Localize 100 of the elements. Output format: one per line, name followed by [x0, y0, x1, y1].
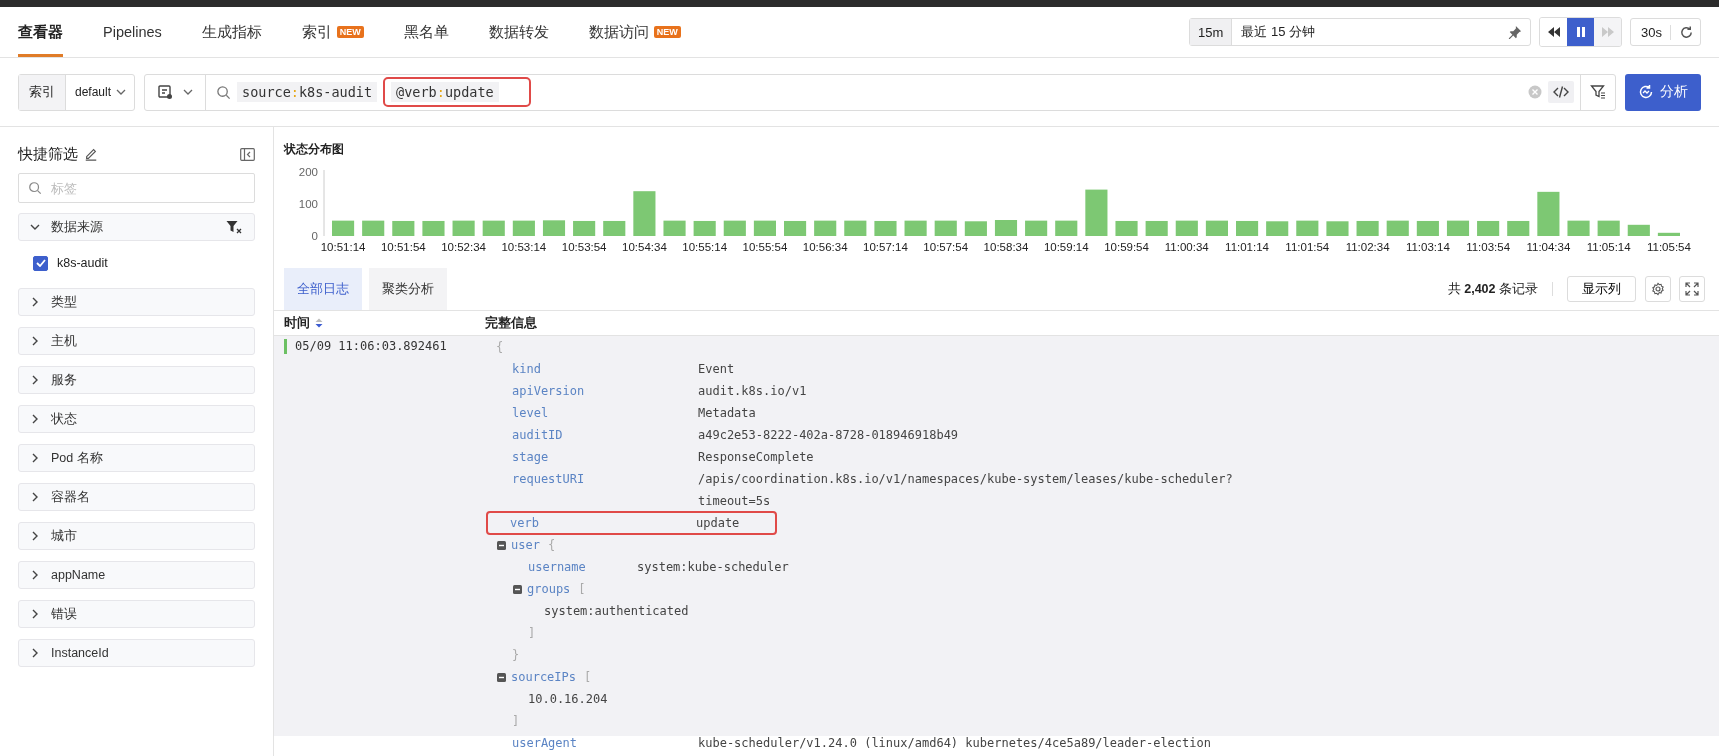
sort-icon[interactable] — [315, 318, 323, 328]
bar[interactable] — [1055, 220, 1078, 236]
facet-header[interactable]: InstanceId — [18, 639, 255, 667]
bar[interactable] — [1567, 220, 1590, 236]
json-key[interactable]: requestURI — [512, 472, 585, 486]
json-value[interactable]: system:authenticated — [544, 604, 689, 618]
json-key[interactable]: groups — [527, 582, 571, 596]
bar[interactable] — [603, 220, 626, 236]
clear-filter-icon[interactable] — [226, 220, 242, 234]
facet-header[interactable]: 服务 — [18, 366, 255, 394]
log-tab[interactable]: 全部日志 — [284, 268, 362, 310]
bar[interactable] — [1296, 220, 1319, 236]
json-value[interactable]: audit.k8s.io/v1 — [698, 384, 807, 398]
json-value[interactable]: 10.0.16.204 — [528, 692, 608, 706]
bar[interactable] — [1175, 220, 1198, 236]
document-icon[interactable] — [157, 84, 174, 100]
json-value[interactable]: update — [696, 516, 740, 530]
bar[interactable] — [1627, 224, 1650, 236]
bar[interactable] — [1416, 220, 1439, 236]
bar[interactable] — [1115, 220, 1138, 236]
bar[interactable] — [573, 220, 596, 236]
bar[interactable] — [874, 220, 897, 236]
bar[interactable] — [904, 220, 927, 236]
bar[interactable] — [1597, 220, 1620, 236]
time-range-picker[interactable]: 15m 最近 15 分钟 — [1189, 18, 1532, 46]
tag-search-field[interactable]: 标签 — [18, 173, 255, 203]
bar[interactable] — [452, 220, 475, 236]
facet-header[interactable]: appName — [18, 561, 255, 589]
log-tab[interactable]: 聚类分析 — [369, 268, 447, 310]
facet-header[interactable]: 状态 — [18, 405, 255, 433]
json-key[interactable]: stage — [512, 450, 549, 464]
bar[interactable] — [1537, 191, 1560, 236]
bar[interactable] — [1145, 220, 1168, 236]
json-key[interactable]: verb — [510, 516, 539, 530]
analyze-button[interactable]: 分析 — [1625, 73, 1701, 111]
bar[interactable] — [994, 220, 1018, 236]
pencil-icon[interactable] — [84, 147, 98, 161]
collapse-toggle[interactable] — [497, 672, 506, 682]
json-value[interactable]: /apis/coordination.k8s.io/v1/namespaces/kube-system/leases/kube-scheduler? — [698, 472, 1233, 486]
bar[interactable] — [663, 220, 686, 236]
column-header[interactable]: 时间 — [284, 314, 310, 332]
json-value[interactable]: ResponseComplete — [698, 450, 814, 464]
json-value[interactable]: timeout=5s — [698, 494, 771, 508]
bar[interactable] — [1477, 220, 1500, 236]
nav-tab[interactable]: 查看器 — [18, 7, 63, 57]
caret-icon[interactable] — [183, 89, 194, 95]
collapse-toggle[interactable] — [513, 584, 522, 594]
nav-tab[interactable]: 黑名单 — [403, 7, 449, 57]
nav-tab[interactable]: Pipelines — [103, 7, 162, 57]
nav-tab[interactable]: 数据访问 NEW — [588, 7, 681, 57]
json-value[interactable]: kube-scheduler/v1.24.0 (linux/amd64) kubernetes/4ce5a89/leader-election — [698, 736, 1211, 750]
json-value[interactable]: a49c2e53-8222-402a-8728-018946918b49 — [698, 428, 959, 442]
bar[interactable] — [844, 220, 867, 236]
nav-tab[interactable]: 生成指标 — [201, 7, 262, 57]
bar[interactable] — [1205, 220, 1228, 236]
bar[interactable] — [1236, 220, 1259, 236]
bar[interactable] — [422, 220, 445, 236]
bar[interactable] — [1446, 220, 1470, 236]
bar[interactable] — [392, 220, 415, 236]
index-selector[interactable]: 索引 default — [18, 73, 136, 111]
json-value[interactable]: Metadata — [698, 406, 756, 420]
json-value[interactable]: system:kube-scheduler — [637, 560, 789, 574]
facet-header[interactable]: 类型 — [18, 288, 255, 316]
facet-header[interactable]: 城市 — [18, 522, 255, 550]
bar[interactable] — [332, 220, 355, 236]
nav-tab[interactable]: 索引 NEW — [301, 7, 364, 57]
fullscreen-button[interactable] — [1679, 276, 1705, 302]
bar[interactable] — [1266, 221, 1289, 236]
facet-header[interactable]: Pod 名称 — [18, 444, 255, 472]
facet-header[interactable]: 容器名 — [18, 483, 255, 511]
nav-tab[interactable]: 数据转发 — [488, 7, 549, 57]
refresh-icon[interactable] — [1679, 24, 1694, 40]
json-key[interactable]: sourceIPs — [511, 670, 577, 684]
bar[interactable] — [1507, 220, 1530, 236]
bar[interactable] — [934, 220, 957, 236]
facet-header[interactable]: 主机 — [18, 327, 255, 355]
json-value[interactable]: Event — [698, 362, 735, 376]
query-token[interactable]: source:k8s-audit — [237, 82, 378, 102]
bar[interactable] — [1356, 220, 1379, 236]
code-button[interactable] — [1548, 81, 1574, 103]
bar[interactable] — [362, 220, 385, 236]
facet-header[interactable]: 错误 — [18, 600, 255, 628]
query-field[interactable]: source:k8s-audit @verb:update — [144, 73, 1616, 111]
bar[interactable] — [964, 221, 987, 236]
pause-button[interactable] — [1567, 18, 1595, 46]
bar[interactable] — [1326, 221, 1349, 236]
bar[interactable] — [723, 220, 746, 236]
query-token[interactable]: @verb:update — [391, 82, 499, 102]
bar[interactable] — [542, 220, 566, 236]
settings-button[interactable] — [1645, 276, 1671, 302]
json-key[interactable]: apiVersion — [512, 384, 585, 398]
json-key[interactable]: username — [528, 560, 586, 574]
bar[interactable] — [814, 220, 837, 236]
bar[interactable] — [784, 220, 807, 236]
checkbox[interactable] — [33, 255, 48, 271]
bar[interactable] — [633, 191, 656, 236]
pin-icon[interactable] — [1508, 25, 1523, 39]
bar[interactable] — [1085, 189, 1108, 236]
bar[interactable] — [753, 220, 776, 236]
json-key[interactable]: kind — [512, 362, 541, 376]
